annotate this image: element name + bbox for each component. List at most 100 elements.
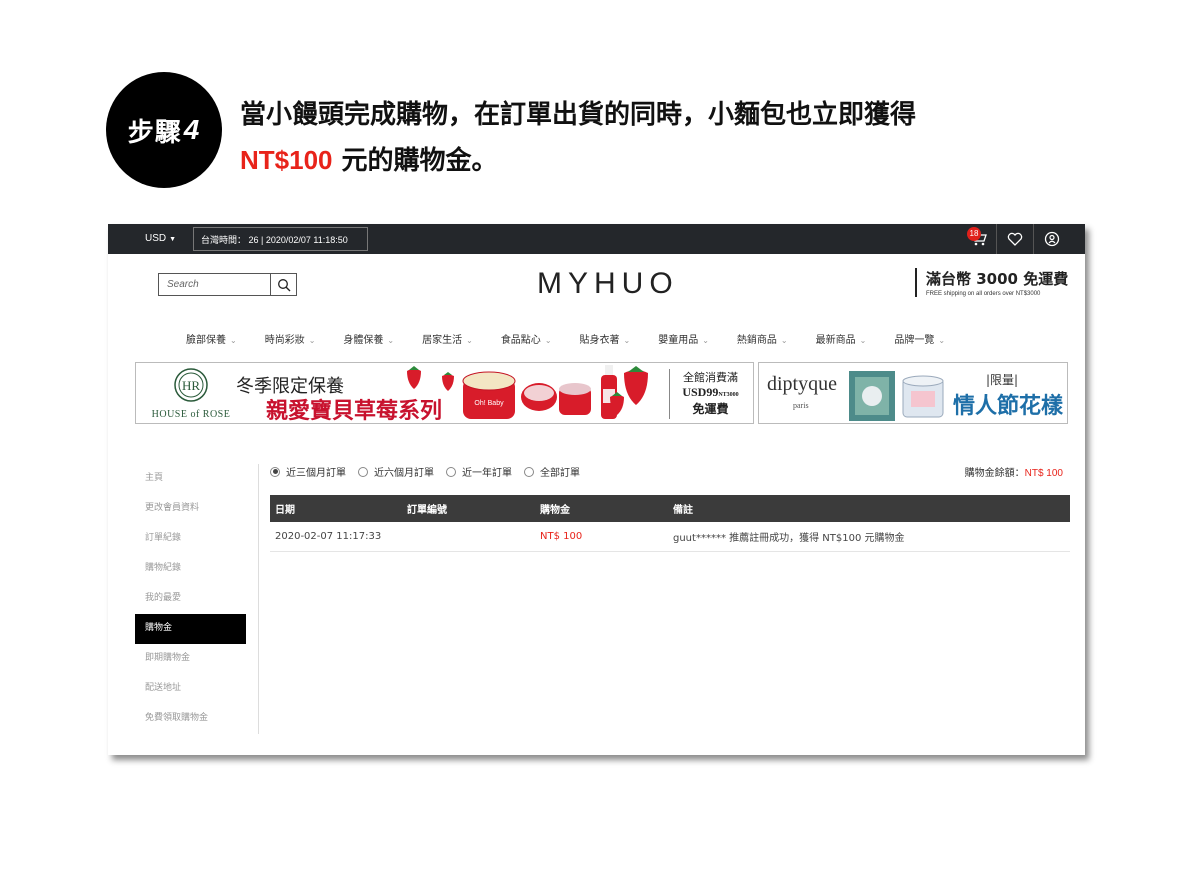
house-of-rose-brand: HOUSE of ROSE [151, 409, 231, 420]
nav-label: 貼身衣著 [579, 335, 620, 346]
filter-six-months[interactable]: 近六個月訂單 [358, 464, 434, 479]
nav-item-underwear[interactable]: 貼身衣著 ⌄ [580, 331, 631, 346]
promo-text-line2: USD99NT3000 [670, 385, 751, 400]
chevron-down-icon: ⌄ [623, 336, 631, 345]
nav-label: 品牌一覽 [894, 335, 935, 346]
radio-selected[interactable] [270, 466, 280, 477]
wishlist-button[interactable] [996, 224, 1033, 254]
candle-icon [902, 375, 944, 418]
currency-selector[interactable]: USD ▼ [145, 233, 176, 244]
search-button[interactable] [270, 273, 297, 296]
chevron-down-icon: ⌄ [859, 336, 867, 345]
member-sidebar: 主頁 更改會員資料 訂單紀錄 購物紀錄 我的最愛 購物金 即期購物金 配送地址 … [135, 464, 259, 734]
filter-label: 近三個月訂單 [286, 468, 346, 479]
credit-balance-amount: NT$ 100 [1024, 468, 1063, 479]
cell-credit: NT$ 100 [540, 531, 583, 542]
sidebar-item-purchases[interactable]: 購物紀錄 [135, 554, 258, 584]
sidebar-item-orders[interactable]: 訂單紀錄 [135, 524, 258, 554]
strawberry-icon [442, 372, 454, 391]
body-cream-jar-icon: Oh! Baby [462, 371, 516, 419]
account-button[interactable] [1033, 224, 1070, 254]
filter-all-orders[interactable]: 全部訂單 [524, 464, 580, 479]
chevron-down-icon: ⌄ [938, 336, 946, 345]
filter-three-months[interactable]: 近三個月訂單 [270, 464, 346, 479]
nav-item-food-snacks[interactable]: 食品點心 ⌄ [501, 331, 552, 346]
radio-unselected[interactable] [358, 466, 368, 477]
nav-item-home-living[interactable]: 居家生活 ⌄ [422, 331, 473, 346]
table-header: 日期 訂單編號 購物金 備註 [270, 495, 1070, 522]
top-icons: 18 [959, 224, 1070, 254]
sidebar-item-favorites[interactable]: 我的最愛 [135, 584, 258, 614]
filter-one-year[interactable]: 近一年訂單 [446, 464, 512, 479]
sidebar-item-shipping-address[interactable]: 配送地址 [135, 674, 258, 704]
free-shipping-promo: 全館消費滿 USD99NT3000 免運費 [669, 369, 751, 419]
diptyque-logo: diptyque [767, 373, 837, 395]
nav-label: 熱銷商品 [736, 335, 777, 346]
step-description-rest: 元的購物金。 [332, 146, 498, 176]
nav-label: 身體保養 [343, 335, 384, 346]
round-tin-icon [521, 383, 557, 411]
caret-down-icon: ▼ [169, 236, 177, 243]
promo-text-line3: 免運費 [692, 402, 729, 416]
chevron-down-icon: ⌄ [702, 336, 709, 345]
nav-label: 嬰童用品 [658, 335, 699, 346]
nav-item-baby[interactable]: 嬰童用品 ⌄ [658, 331, 709, 346]
search-icon [277, 278, 290, 291]
cell-date: 2020-02-07 11:17:33 [275, 531, 382, 542]
cell-note: guut****** 推薦註冊成功，獲得 NT$100 元購物金 [673, 533, 905, 544]
sidebar-item-shopping-credit[interactable]: 購物金 [135, 614, 246, 644]
website-screenshot: USD▼ 台灣時間： 26 | 2020/02/07 11:18:50 18 [108, 224, 1085, 755]
sidebar-item-home[interactable]: 主頁 [135, 464, 258, 494]
order-period-filters: 近三個月訂單 近六個月訂單 近一年訂單 全部訂單 [270, 464, 592, 479]
jar-label: Oh! Baby [474, 400, 504, 407]
gift-box-icon [849, 371, 895, 421]
nav-label: 時尚彩妝 [264, 335, 305, 346]
chevron-down-icon: ⌄ [780, 336, 788, 345]
search-bar [158, 273, 297, 296]
nav-item-face-care[interactable]: 臉部保養 ⌄ [186, 331, 237, 346]
filter-label: 近六個月訂單 [374, 468, 434, 479]
cart-count-badge: 18 [967, 227, 981, 241]
step-description-line2: NT$100 元的購物金。 [240, 140, 498, 177]
scrub-jar-icon [559, 383, 591, 415]
heart-icon [1007, 232, 1023, 246]
free-shipping-title: 滿台幣 3000 免運費 [926, 270, 1069, 288]
promo-text-line1: 全館消費滿 [683, 371, 738, 384]
credit-history-table: 日期 訂單編號 購物金 備註 2020-02-07 11:17:33 NT$ 1… [270, 495, 1070, 552]
nav-label: 食品點心 [500, 335, 541, 346]
main-nav: 臉部保養 ⌄ 時尚彩妝 ⌄ 身體保養 ⌄ 居家生活 ⌄ 食品點心 ⌄ 貼身衣著 ⌄ 嬰童用品… [186, 331, 973, 346]
table-row: 2020-02-07 11:17:33 NT$ 100 guut****** 推… [270, 522, 1070, 552]
credit-balance: 購物金餘額：NT$ 100 [965, 464, 1063, 479]
strawberry-products-illustration: Oh! Baby [407, 365, 617, 419]
radio-unselected[interactable] [446, 466, 456, 477]
nav-item-makeup[interactable]: 時尚彩妝 ⌄ [265, 331, 316, 346]
promo-nt-amount: NT3000 [718, 392, 739, 398]
diptyque-sub: paris [793, 401, 809, 410]
step-badge-text: 步驟 [127, 117, 182, 148]
nav-item-new-arrivals[interactable]: 最新商品 ⌄ [816, 331, 867, 346]
sidebar-item-free-credit[interactable]: 免費領取購物金 [135, 704, 258, 734]
nav-item-best-sellers[interactable]: 熱銷商品 ⌄ [737, 331, 788, 346]
nav-item-brands[interactable]: 品牌一覽 ⌄ [894, 331, 945, 346]
diptyque-banner[interactable]: diptyque paris |限量| 情人節花樣 [758, 362, 1068, 424]
column-header-order-no: 訂單編號 [407, 505, 447, 516]
step-description-line1: 當小饅頭完成購物，在訂單出貨的同時，小麵包也立即獲得 [240, 100, 917, 130]
diptyque-products-illustration [849, 371, 944, 421]
house-of-rose-emblem-icon: HR [174, 368, 208, 402]
house-of-rose-logo: HR HOUSE of ROSE [146, 367, 236, 420]
strawberry-icon [610, 366, 648, 415]
house-of-rose-banner[interactable]: HR HOUSE of ROSE 冬季限定保養 親愛寶貝草莓系列 Oh! Bab… [135, 362, 754, 424]
nav-label: 居家生活 [422, 335, 463, 346]
sidebar-item-edit-profile[interactable]: 更改會員資料 [135, 494, 258, 524]
nav-item-body-care[interactable]: 身體保養 ⌄ [343, 331, 394, 346]
sidebar-item-expiring-credit[interactable]: 即期購物金 [135, 644, 258, 674]
radio-unselected[interactable] [524, 466, 534, 477]
site-logo[interactable]: MYHUO [537, 267, 679, 301]
credit-balance-label: 購物金餘額： [964, 468, 1025, 479]
search-input[interactable] [158, 273, 270, 296]
column-header-credit: 購物金 [540, 505, 570, 516]
chevron-down-icon: ⌄ [387, 336, 395, 345]
nav-label: 最新商品 [815, 335, 856, 346]
currency-label: USD [145, 233, 167, 244]
cart-button[interactable]: 18 [959, 224, 996, 254]
